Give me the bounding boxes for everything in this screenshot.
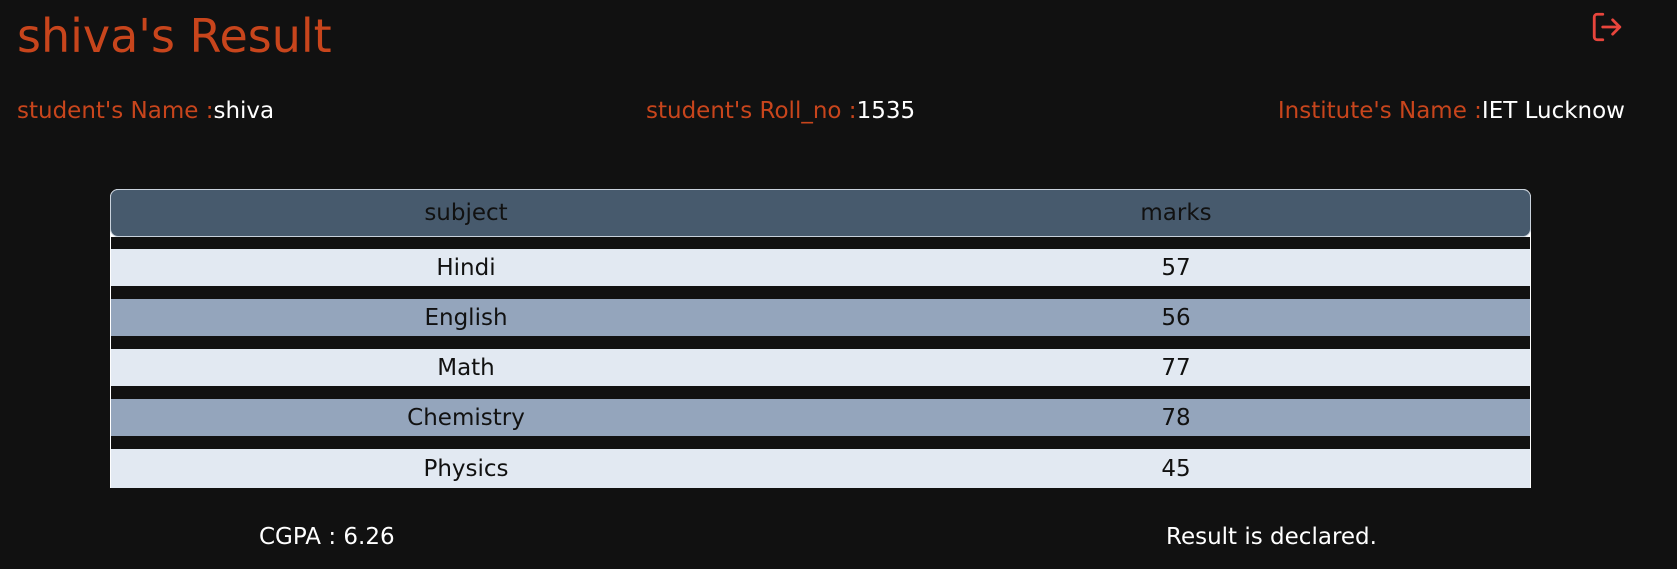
- logout-icon: [1592, 12, 1622, 42]
- row-divider: [111, 386, 1530, 399]
- row-divider: [111, 286, 1530, 299]
- logout-button[interactable]: [1590, 10, 1624, 44]
- student-roll-label: student's Roll_no :: [646, 98, 857, 124]
- marks-cell: 45: [1161, 455, 1191, 482]
- subject-cell: Math: [437, 354, 495, 381]
- subject-cell: Chemistry: [407, 404, 525, 431]
- header-marks: marks: [1140, 200, 1212, 226]
- student-name-value: shiva: [213, 98, 275, 124]
- table-row: English 56: [111, 299, 1530, 336]
- row-divider: [111, 336, 1530, 349]
- table-row: Math 77: [111, 349, 1530, 386]
- results-table: subject marks Hindi 57 English 56 Math 7…: [110, 189, 1531, 488]
- table-header: subject marks: [110, 189, 1531, 237]
- subject-cell: English: [424, 304, 508, 331]
- subject-cell: Hindi: [436, 254, 496, 281]
- row-divider: [111, 237, 1530, 249]
- table-row: Chemistry 78: [111, 399, 1530, 436]
- marks-cell: 56: [1161, 304, 1191, 331]
- result-page: shiva's Result student's Name :shiva stu…: [0, 0, 1677, 569]
- result-status: Result is declared.: [1166, 524, 1377, 550]
- marks-cell: 77: [1161, 354, 1191, 381]
- student-name-label: student's Name :: [17, 98, 214, 124]
- student-roll-info: student's Roll_no :1535: [646, 96, 915, 126]
- page-title: shiva's Result: [17, 9, 332, 63]
- marks-cell: 78: [1161, 404, 1191, 431]
- institute-info: Institute's Name :IET Lucknow: [1278, 96, 1625, 126]
- marks-cell: 57: [1161, 254, 1191, 281]
- header-subject: subject: [424, 200, 508, 226]
- institute-label: Institute's Name :: [1277, 98, 1482, 124]
- subject-cell: Physics: [423, 455, 509, 482]
- row-divider: [111, 436, 1530, 449]
- table-row: Hindi 57: [111, 249, 1530, 286]
- student-name-info: student's Name :shiva: [17, 96, 274, 126]
- table-row: Physics 45: [111, 449, 1530, 488]
- student-roll-value: 1535: [856, 98, 916, 124]
- cgpa-text: CGPA : 6.26: [259, 524, 395, 550]
- institute-value: IET Lucknow: [1481, 98, 1625, 124]
